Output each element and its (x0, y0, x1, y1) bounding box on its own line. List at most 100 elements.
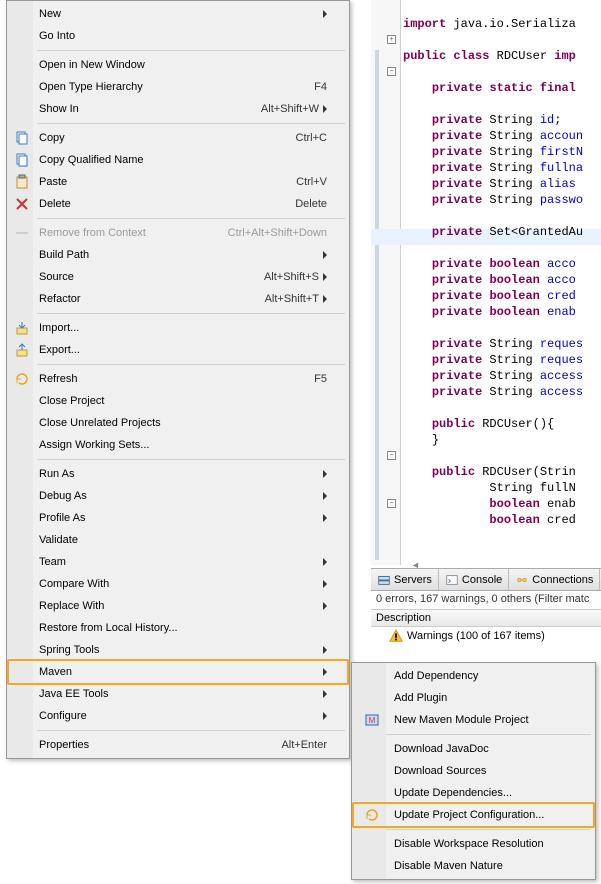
menu-item-update-dependencies[interactable]: Update Dependencies... (354, 782, 593, 804)
menu-separator (37, 50, 345, 51)
menu-shortcut: Ctrl+C (296, 132, 327, 144)
update-config-icon (364, 807, 380, 823)
menu-label: Build Path (39, 249, 319, 261)
tab-console[interactable]: Console (439, 569, 509, 590)
menu-item-run-as[interactable]: Run As (9, 463, 347, 485)
menu-item-refactor[interactable]: RefactorAlt+Shift+T (9, 288, 347, 310)
submenu-arrow-icon (323, 646, 327, 654)
import-icon (14, 320, 30, 336)
menu-label: Source (39, 271, 264, 283)
menu-item-spring-tools[interactable]: Spring Tools (9, 639, 347, 661)
menu-item-update-project-configuration[interactable]: Update Project Configuration... (352, 802, 595, 828)
fold-collapse-class[interactable]: − (387, 67, 396, 76)
server-icon (377, 573, 391, 587)
menu-label: Refresh (39, 373, 314, 385)
menu-shortcut: F5 (314, 373, 327, 385)
menu-item-open-type-hierarchy[interactable]: Open Type HierarchyF4 (9, 76, 347, 98)
problems-filter: 0 errors, 167 warnings, 0 others (Filter… (371, 591, 601, 609)
svg-text:M: M (369, 716, 376, 725)
menu-item-compare-with[interactable]: Compare With (9, 573, 347, 595)
menu-item-disable-maven-nature[interactable]: Disable Maven Nature (354, 855, 593, 877)
menu-item-close-unrelated-projects[interactable]: Close Unrelated Projects (9, 412, 347, 434)
submenu-arrow-icon (323, 602, 327, 610)
menu-item-open-in-new-window[interactable]: Open in New Window (9, 54, 347, 76)
menu-item-add-plugin[interactable]: Add Plugin (354, 687, 593, 709)
menu-item-paste[interactable]: PasteCtrl+V (9, 171, 347, 193)
menu-label: Run As (39, 468, 319, 480)
menu-label: Download JavaDoc (394, 743, 573, 755)
tab-label: Console (462, 574, 502, 586)
menu-item-configure[interactable]: Configure (9, 705, 347, 727)
menu-item-replace-with[interactable]: Replace With (9, 595, 347, 617)
menu-label: Close Project (39, 395, 327, 407)
menu-item-disable-workspace-resolution[interactable]: Disable Workspace Resolution (354, 833, 593, 855)
menu-label: Open in New Window (39, 59, 327, 71)
menu-separator (37, 730, 345, 731)
menu-item-copy-qualified-name[interactable]: Copy Qualified Name (9, 149, 347, 171)
menu-item-download-sources[interactable]: Download Sources (354, 760, 593, 782)
refresh-icon (14, 371, 30, 387)
submenu-arrow-icon (323, 668, 327, 676)
menu-item-debug-as[interactable]: Debug As (9, 485, 347, 507)
menu-item-assign-working-sets[interactable]: Assign Working Sets... (9, 434, 347, 456)
menu-separator (382, 829, 591, 830)
menu-item-maven[interactable]: Maven (7, 659, 349, 685)
fold-expand-import[interactable]: + (387, 35, 396, 44)
submenu-arrow-icon (323, 10, 327, 18)
menu-item-export[interactable]: Export... (9, 339, 347, 361)
menu-label: Compare With (39, 578, 319, 590)
menu-item-add-dependency[interactable]: Add Dependency (354, 665, 593, 687)
menu-label: Java EE Tools (39, 688, 319, 700)
menu-item-import[interactable]: Import... (9, 317, 347, 339)
bottom-tabs: Servers Console Connections (371, 569, 601, 591)
submenu-arrow-icon (323, 295, 327, 303)
code-content[interactable]: import java.io.Serializapublic class RDC… (403, 0, 601, 528)
menu-item-new[interactable]: New (9, 3, 347, 25)
menu-label: New (39, 8, 319, 20)
menu-item-download-javadoc[interactable]: Download JavaDoc (354, 738, 593, 760)
menu-label: Configure (39, 710, 319, 722)
menu-label: Update Project Configuration... (394, 809, 573, 821)
menu-shortcut: Delete (295, 198, 327, 210)
menu-label: Copy (39, 132, 296, 144)
submenu-arrow-icon (323, 105, 327, 113)
warning-icon (389, 629, 403, 643)
menu-label: Import... (39, 322, 327, 334)
tab-servers[interactable]: Servers (371, 569, 439, 590)
menu-label: Team (39, 556, 319, 568)
menu-item-copy[interactable]: CopyCtrl+C (9, 127, 347, 149)
menu-item-build-path[interactable]: Build Path (9, 244, 347, 266)
menu-item-profile-as[interactable]: Profile As (9, 507, 347, 529)
fold-collapse-ctor2[interactable]: − (387, 499, 396, 508)
menu-item-show-in[interactable]: Show InAlt+Shift+W (9, 98, 347, 120)
menu-label: Disable Workspace Resolution (394, 838, 573, 850)
export-icon (14, 342, 30, 358)
menu-item-delete[interactable]: DeleteDelete (9, 193, 347, 215)
menu-item-team[interactable]: Team (9, 551, 347, 573)
menu-item-refresh[interactable]: RefreshF5 (9, 368, 347, 390)
menu-item-close-project[interactable]: Close Project (9, 390, 347, 412)
menu-label: Add Dependency (394, 670, 573, 682)
copy-icon (14, 130, 30, 146)
menu-item-source[interactable]: SourceAlt+Shift+S (9, 266, 347, 288)
desc-column-header[interactable]: Description (371, 609, 601, 627)
menu-item-validate[interactable]: Validate (9, 529, 347, 551)
menu-label: Delete (39, 198, 295, 210)
menu-item-go-into[interactable]: Go Into (9, 25, 347, 47)
tab-connections[interactable]: Connections (509, 569, 600, 590)
fold-collapse-ctor[interactable]: − (387, 451, 396, 460)
paste-icon (14, 174, 30, 190)
remove-icon (14, 225, 30, 241)
menu-item-remove-from-context: Remove from ContextCtrl+Alt+Shift+Down (9, 222, 347, 244)
tab-label: Connections (532, 574, 593, 586)
scroll-left-arrow[interactable]: ◄ (411, 560, 423, 568)
menu-item-new-maven-module-project[interactable]: MNew Maven Module Project (354, 709, 593, 731)
menu-item-properties[interactable]: PropertiesAlt+Enter (9, 734, 347, 756)
menu-item-restore-from-local-history[interactable]: Restore from Local History... (9, 617, 347, 639)
menu-label: Export... (39, 344, 327, 356)
warnings-group[interactable]: Warnings (100 of 167 items) (371, 627, 601, 645)
maven-submenu: Add Dependency Add PluginMNew Maven Modul… (351, 662, 596, 880)
menu-item-java-ee-tools[interactable]: Java EE Tools (9, 683, 347, 705)
context-menu: New Go Into Open in New Window Open Type Hi… (6, 0, 350, 759)
menu-label: Properties (39, 739, 281, 751)
